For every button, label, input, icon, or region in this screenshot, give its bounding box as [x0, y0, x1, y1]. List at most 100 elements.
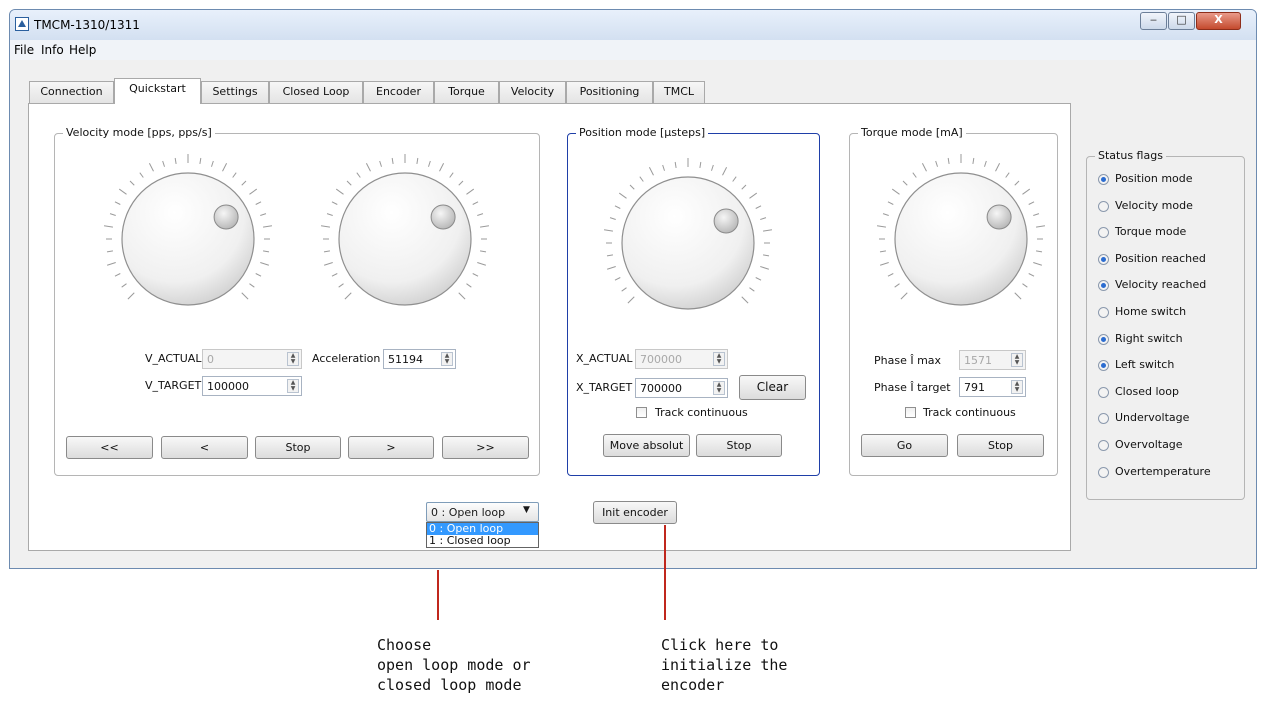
knob-tick	[1035, 250, 1043, 253]
tab-encoder[interactable]: Encoder	[363, 81, 434, 103]
knob-tick	[320, 225, 331, 228]
knob-tick	[880, 262, 889, 266]
forward-button[interactable]: >	[348, 436, 434, 459]
knob-tick	[606, 254, 614, 257]
spin-arrows-icon[interactable]: ▲ ▼	[713, 381, 725, 395]
clear-button[interactable]: Clear	[739, 375, 806, 400]
velocity-stop-button[interactable]: Stop	[255, 436, 341, 459]
tab-closed-loop[interactable]: Closed Loop	[269, 81, 363, 103]
title-bar[interactable]: TMCM-1310/1311 ‒ □ X	[10, 10, 1256, 40]
knob-tick	[876, 225, 887, 228]
knob-tick	[391, 157, 394, 165]
knob-tick	[139, 172, 144, 178]
menu-file[interactable]: File	[14, 43, 34, 57]
x-target-field[interactable]: 700000 ▲ ▼	[635, 378, 728, 398]
spin-arrows-icon: ▲ ▼	[713, 352, 725, 366]
acceleration-field[interactable]: 51194 ▲ ▼	[383, 349, 456, 369]
knob-handle[interactable]	[430, 204, 456, 230]
position-stop-button[interactable]: Stop	[696, 434, 782, 457]
knob-tick	[162, 160, 165, 167]
maximize-button[interactable]: □	[1168, 12, 1195, 30]
loop-mode-select[interactable]: 0 : Open loop ▼	[426, 502, 539, 522]
callout-line-encoder	[664, 525, 666, 620]
status-flags-group: Status flags Position mode Velocity mode T…	[1086, 149, 1245, 500]
position-mode-title: Position mode [µsteps]	[576, 126, 709, 139]
menu-info[interactable]: Info	[41, 43, 64, 57]
phase-target-field[interactable]: 791 ▲ ▼	[959, 377, 1026, 397]
tab-settings[interactable]: Settings	[201, 81, 269, 103]
tab-quickstart[interactable]: Quickstart	[114, 78, 201, 104]
reverse-button[interactable]: <	[161, 436, 248, 459]
fast-forward-button[interactable]: >>	[442, 436, 529, 459]
position-track-checkbox[interactable]	[636, 407, 647, 418]
loop-mode-annotation: Choose open loop mode or closed loop mod…	[377, 635, 531, 695]
knob-body[interactable]	[121, 172, 255, 306]
knob-tick	[935, 160, 938, 167]
tab-connection[interactable]: Connection	[29, 81, 114, 103]
chevron-down-icon[interactable]: ▼	[523, 505, 530, 515]
v-target-field[interactable]: 100000 ▲ ▼	[202, 376, 302, 396]
velocity-knob[interactable]	[93, 144, 283, 337]
torque-track-label: Track continuous	[923, 406, 1016, 419]
knob-tick	[1028, 201, 1035, 205]
spin-arrows-icon[interactable]: ▲ ▼	[287, 379, 299, 393]
knob-tick	[466, 188, 475, 195]
status-flag-label: Undervoltage	[1115, 411, 1190, 425]
knob-tick	[211, 160, 214, 167]
knob-handle[interactable]	[213, 204, 239, 230]
knob-tick	[458, 180, 464, 186]
status-flag-radio	[1098, 227, 1109, 239]
knob-tick	[621, 287, 627, 292]
status-flag-radio	[1098, 174, 1109, 185]
knob-handle[interactable]	[986, 204, 1012, 230]
knob-tick	[323, 250, 331, 253]
knob-body[interactable]	[894, 172, 1028, 306]
knob-tick	[1022, 188, 1031, 195]
torque-knob[interactable]	[866, 144, 1056, 337]
knob-tick	[894, 283, 900, 288]
status-flag-label: Position mode	[1115, 172, 1193, 185]
knob-tick	[902, 180, 908, 186]
status-flag-radio	[1098, 333, 1109, 345]
velocity-mode-group: Velocity mode [pps, pps/s] V_ACTUAL 0 ▲ ▼…	[54, 126, 540, 476]
status-flag-label: Position reached	[1115, 251, 1206, 265]
init-encoder-button[interactable]: Init encoder	[593, 501, 677, 524]
knob-tick	[882, 213, 889, 216]
knob-tick	[114, 273, 121, 277]
status-flags-title: Status flags	[1095, 149, 1166, 162]
knob-tick	[326, 213, 333, 216]
tab-torque[interactable]: Torque	[434, 81, 499, 103]
knob-tick	[477, 262, 486, 266]
spin-arrows-icon[interactable]: ▲ ▼	[1011, 380, 1023, 394]
close-button[interactable]: X	[1196, 12, 1241, 30]
move-absolut-button[interactable]: Move absolut	[603, 434, 690, 457]
x-actual-value: 700000	[640, 353, 682, 366]
tab-velocity[interactable]: Velocity	[499, 81, 566, 103]
knob-tick	[900, 292, 908, 300]
tab-tmcl[interactable]: TMCL	[653, 81, 705, 103]
menu-help[interactable]: Help	[69, 43, 96, 57]
annotation-line: initialize the	[661, 656, 788, 674]
acceleration-knob[interactable]	[310, 144, 500, 337]
knob-tick	[262, 225, 273, 228]
minimize-button[interactable]: ‒	[1140, 12, 1167, 30]
torque-stop-button[interactable]: Stop	[957, 434, 1044, 457]
knob-body[interactable]	[338, 172, 472, 306]
fast-reverse-button[interactable]: <<	[66, 436, 153, 459]
tab-positioning[interactable]: Positioning	[566, 81, 653, 103]
knob-tick	[346, 180, 352, 186]
go-button[interactable]: Go	[861, 434, 948, 457]
spin-arrows-icon[interactable]: ▲ ▼	[441, 352, 453, 366]
position-knob[interactable]	[593, 148, 783, 341]
knob-tick	[995, 163, 1001, 172]
knob-body[interactable]	[621, 176, 755, 310]
loop-option-closed[interactable]: 1 : Closed loop	[427, 535, 538, 547]
knob-tick	[1022, 283, 1028, 288]
knob-tick	[109, 213, 116, 216]
phase-target-label: Phase Î target	[874, 381, 951, 394]
knob-tick	[260, 213, 267, 216]
torque-track-checkbox[interactable]	[905, 407, 916, 418]
status-flag-radio	[1098, 386, 1109, 398]
knob-handle[interactable]	[713, 208, 739, 234]
knob-tick	[912, 172, 917, 178]
